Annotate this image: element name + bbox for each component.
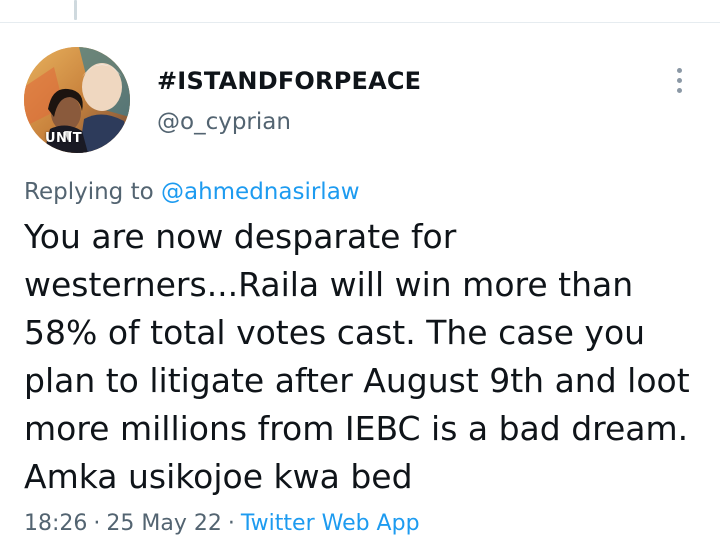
replying-to-line: Replying to @ahmednasirlaw — [24, 177, 360, 207]
more-options-button[interactable] — [664, 64, 694, 98]
replying-handle-link[interactable]: @ahmednasirlaw — [161, 179, 360, 205]
tweet-text-line: westerners...Raila will win more than — [24, 265, 634, 304]
tweet-text: You are now desparate for westerners...R… — [24, 213, 704, 501]
top-divider — [0, 22, 720, 23]
meta-separator: · — [93, 511, 101, 536]
avatar-caption: UNIT — [45, 131, 83, 146]
tweet-date-link[interactable]: 25 May 22 — [106, 511, 221, 536]
display-name[interactable]: #ISTANDFORPEACE — [157, 66, 421, 96]
tweet-metadata: 18:26 · 25 May 22 · Twitter Web App — [24, 509, 420, 539]
tweet-time-link[interactable]: 18:26 — [24, 511, 87, 536]
thread-connector-line — [74, 0, 77, 20]
tweet-source-link[interactable]: Twitter Web App — [241, 511, 420, 536]
tweet-text-line: more millions from IEBC is a bad dream. — [24, 409, 689, 448]
replying-prefix: Replying to — [24, 179, 154, 205]
meta-separator: · — [227, 511, 235, 536]
tweet-detail-view: UNIT #ISTANDFORPEACE @o_cyprian Replying… — [0, 0, 720, 547]
tweet-text-line: You are now desparate for — [24, 217, 457, 256]
tweet-text-line: Amka usikojoe kwa bed — [24, 457, 413, 496]
tweet-text-line: 58% of total votes cast. The case you — [24, 313, 646, 352]
tweet-text-line: plan to litigate after August 9th and lo… — [24, 361, 690, 400]
user-handle[interactable]: @o_cyprian — [157, 107, 291, 137]
